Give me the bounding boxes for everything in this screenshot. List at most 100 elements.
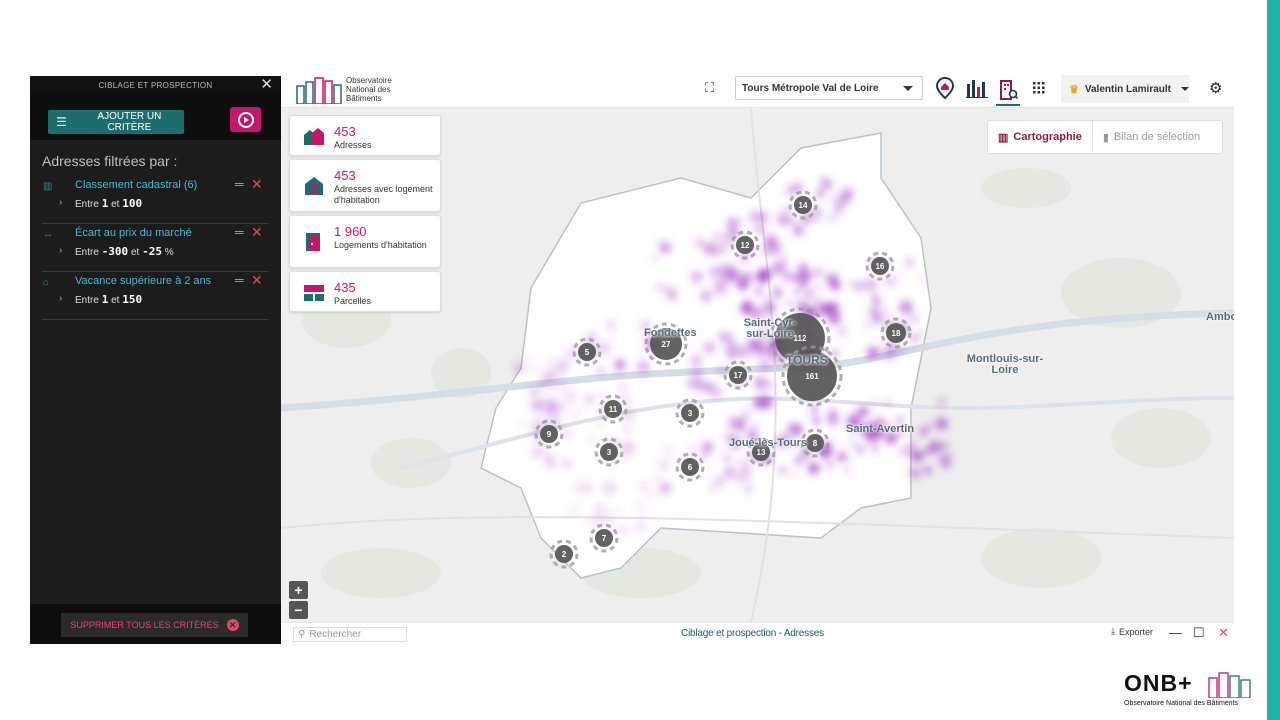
- delete-all-button[interactable]: SUPPRIMER TOUS LES CRITÈRES ✕: [61, 613, 248, 637]
- delete-icon[interactable]: ✕: [251, 224, 263, 241]
- bar-chart-icon[interactable]: [965, 76, 989, 100]
- search-input[interactable]: ⚲ Rechercher: [293, 627, 407, 642]
- close-icon[interactable]: ✕: [260, 77, 273, 92]
- delete-icon[interactable]: ✕: [251, 176, 263, 193]
- density-spot: [838, 328, 846, 335]
- density-spot: [872, 297, 881, 306]
- cluster-count: 18: [892, 329, 901, 338]
- filter-label[interactable]: Écart au prix du marché: [75, 227, 192, 239]
- density-spot: [794, 456, 804, 466]
- export-button[interactable]: ⤓ Exporter: [1111, 626, 1153, 637]
- onb-plus-logo: ONB+ Observatoire National des Bâtiments: [1124, 670, 1254, 710]
- user-menu[interactable]: ♛ Valentin Lamirault: [1061, 75, 1189, 103]
- density-spot: [539, 377, 551, 389]
- density-spot: [562, 428, 572, 439]
- density-spot: [942, 463, 950, 470]
- top-bar: Observatoire National des Bâtiments ⛶ To…: [281, 72, 1234, 108]
- density-spot: [616, 526, 622, 532]
- density-spot: [824, 182, 833, 191]
- density-spot: [737, 416, 747, 425]
- cluster-count: 3: [688, 409, 693, 418]
- apps-grid-icon[interactable]: [1027, 76, 1051, 100]
- density-spot: [572, 481, 585, 494]
- cluster-count: 16: [876, 262, 885, 271]
- density-spot: [523, 357, 528, 362]
- density-spot: [779, 467, 787, 474]
- gear-icon[interactable]: ⚙: [1209, 79, 1222, 97]
- building-icon: ▥: [43, 181, 53, 192]
- zoom-in-button[interactable]: +: [289, 581, 308, 599]
- filter-range: Entre 1 et 150: [75, 293, 143, 306]
- density-spot: [621, 525, 629, 533]
- density-spot: [659, 482, 671, 494]
- search-icon: ⚲: [298, 629, 306, 640]
- zoom-out-button[interactable]: −: [289, 601, 308, 619]
- drag-handle-icon[interactable]: ═: [235, 273, 244, 287]
- density-spot: [828, 279, 840, 291]
- drag-handle-icon[interactable]: ═: [235, 225, 244, 239]
- brand-text: ONB+: [1124, 670, 1193, 696]
- density-spot: [564, 390, 577, 403]
- density-spot: [924, 446, 933, 455]
- density-spot: [761, 278, 767, 285]
- cluster-count: 27: [662, 340, 671, 349]
- density-spot: [723, 264, 737, 278]
- density-spot: [815, 298, 821, 305]
- filter-item[interactable]: ⌂ Vacance supérieure à 2 ans ═ ✕ › Entre…: [42, 272, 268, 320]
- building-search-icon[interactable]: [996, 76, 1020, 106]
- delete-icon[interactable]: ✕: [251, 272, 263, 289]
- drag-handle-icon[interactable]: ═: [235, 177, 244, 191]
- density-spot: [623, 425, 631, 434]
- density-spot: [525, 392, 532, 399]
- density-spot: [664, 447, 672, 455]
- chevron-right-icon[interactable]: ›: [59, 197, 62, 208]
- filter-item[interactable]: ↔ Écart au prix du marché ═ ✕ › Entre -3…: [42, 224, 268, 272]
- maximize-icon[interactable]: ☐: [1193, 625, 1205, 641]
- slide: CIBLAGE ET PROSPECTION ✕ ☰ AJOUTER UN CR…: [0, 0, 1280, 720]
- add-criterion-button[interactable]: ☰ AJOUTER UN CRITÈRE: [48, 110, 184, 134]
- brand-subtitle: Observatoire National des Bâtiments: [1124, 700, 1238, 707]
- onb-logo[interactable]: Observatoire National des Bâtiments: [295, 76, 405, 105]
- density-spot: [690, 271, 703, 283]
- density-spot: [689, 446, 697, 454]
- density-spot: [850, 280, 856, 286]
- density-spot: [781, 257, 788, 264]
- density-spot: [700, 290, 712, 302]
- panel-header: CIBLAGE ET PROSPECTION ✕: [30, 76, 281, 94]
- density-spot: [712, 231, 722, 241]
- density-spot: [783, 274, 790, 281]
- density-spot: [530, 364, 539, 373]
- close-icon[interactable]: ✕: [1218, 625, 1229, 641]
- filter-item[interactable]: ▥ Classement cadastral (6) ═ ✕ › Entre 1…: [42, 176, 268, 224]
- density-spot: [594, 503, 606, 515]
- density-spot: [807, 462, 820, 475]
- minimize-icon[interactable]: —: [1169, 625, 1182, 640]
- tab-cartographie[interactable]: ▥ Cartographie: [988, 121, 1092, 153]
- density-spot: [844, 467, 850, 473]
- density-spot: [563, 460, 572, 469]
- density-spot: [568, 504, 579, 515]
- stat-card: 453 Adresses: [289, 115, 441, 156]
- density-spot: [899, 300, 913, 314]
- cluster-count: 14: [799, 201, 808, 210]
- territory-select[interactable]: Tours Métropole Val de Loire: [735, 76, 923, 100]
- filter-label[interactable]: Classement cadastral (6): [75, 179, 197, 191]
- density-spot: [797, 262, 809, 274]
- density-spot: [873, 400, 878, 405]
- location-pin-icon[interactable]: [933, 76, 957, 100]
- density-spot: [638, 482, 646, 489]
- chevron-right-icon[interactable]: ›: [59, 293, 62, 304]
- density-spot: [764, 362, 773, 370]
- chevron-right-icon[interactable]: ›: [59, 245, 62, 256]
- density-spot: [703, 341, 716, 354]
- density-spot: [695, 371, 701, 377]
- density-spot: [636, 502, 646, 513]
- run-button[interactable]: [230, 107, 261, 132]
- caret-down-icon: [903, 86, 913, 91]
- tab-bilan[interactable]: ▮ Bilan de sélection: [1091, 121, 1210, 153]
- map-view[interactable]: 14 12 16 112 18 27 5 161 17 11 3 9 3 8 13 6 7 2 Fondettes…: [281, 108, 1234, 622]
- filter-label[interactable]: Vacance supérieure à 2 ans: [75, 275, 211, 287]
- fullscreen-icon[interactable]: ⛶: [705, 80, 714, 96]
- cluster-count: 11: [609, 405, 618, 414]
- filter-add-icon: ☰: [56, 115, 67, 129]
